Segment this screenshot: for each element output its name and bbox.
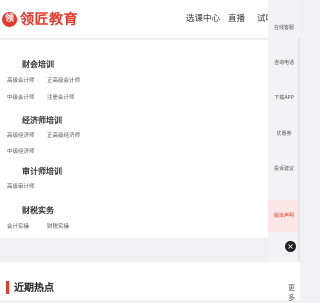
- nav-course-center[interactable]: 选课中心: [186, 12, 220, 24]
- link-intermediate-economist[interactable]: 中级经济师: [7, 147, 35, 155]
- link-professor-economist[interactable]: 正高级经济师: [47, 131, 80, 139]
- close-icon[interactable]: ×: [285, 241, 296, 252]
- section-accent-bar: [6, 281, 9, 294]
- logo-seal-icon: 领: [2, 11, 17, 27]
- course-dropdown-panel: 财会培训 高级会计师 正高级会计师 中级会计师 注册会计师 经济师培训 高级经济…: [0, 40, 268, 238]
- link-intermediate-accountant[interactable]: 中级会计师: [7, 93, 35, 101]
- sidebar-item-feedback[interactable]: 投诉建议: [268, 157, 300, 181]
- group-title-economist[interactable]: 经济师培训: [22, 115, 62, 126]
- more-link[interactable]: 更多: [288, 283, 300, 303]
- nav-live[interactable]: 直播: [228, 12, 245, 24]
- group-title-auditor[interactable]: 审计师培训: [22, 166, 62, 177]
- logo[interactable]: 领 领匠教育: [2, 8, 78, 30]
- group-title-tax-practice[interactable]: 财税实务: [22, 205, 54, 216]
- link-tax-practice[interactable]: 财税实操: [47, 222, 69, 230]
- brand-name: 领匠教育: [20, 12, 78, 28]
- link-senior-accountant[interactable]: 高级会计师: [7, 76, 35, 84]
- site-header: 领 领匠教育 选课中心 直播 试听: [0, 0, 300, 39]
- link-accounting-practice[interactable]: 会计实操: [7, 222, 29, 230]
- sidebar-item-phone[interactable]: 咨询电话: [268, 51, 300, 75]
- sidebar-item-coupon[interactable]: 优惠券: [268, 122, 300, 146]
- link-professor-accountant[interactable]: 正高级会计师: [47, 76, 80, 84]
- link-cpa[interactable]: 注册会计师: [47, 93, 75, 101]
- sidebar-item-copyright[interactable]: 版本声明: [268, 200, 300, 232]
- sidebar-item-download-app[interactable]: 下载APP: [268, 86, 300, 110]
- scrollbar[interactable]: [298, 38, 300, 298]
- group-title-accounting[interactable]: 财会培训: [22, 59, 54, 70]
- sidebar-item-online-service[interactable]: 在线客服: [268, 16, 300, 40]
- link-senior-economist[interactable]: 高级经济师: [7, 131, 35, 139]
- hot-topics-title: 近期热点: [14, 283, 54, 294]
- link-senior-auditor[interactable]: 高级审计师: [7, 182, 35, 190]
